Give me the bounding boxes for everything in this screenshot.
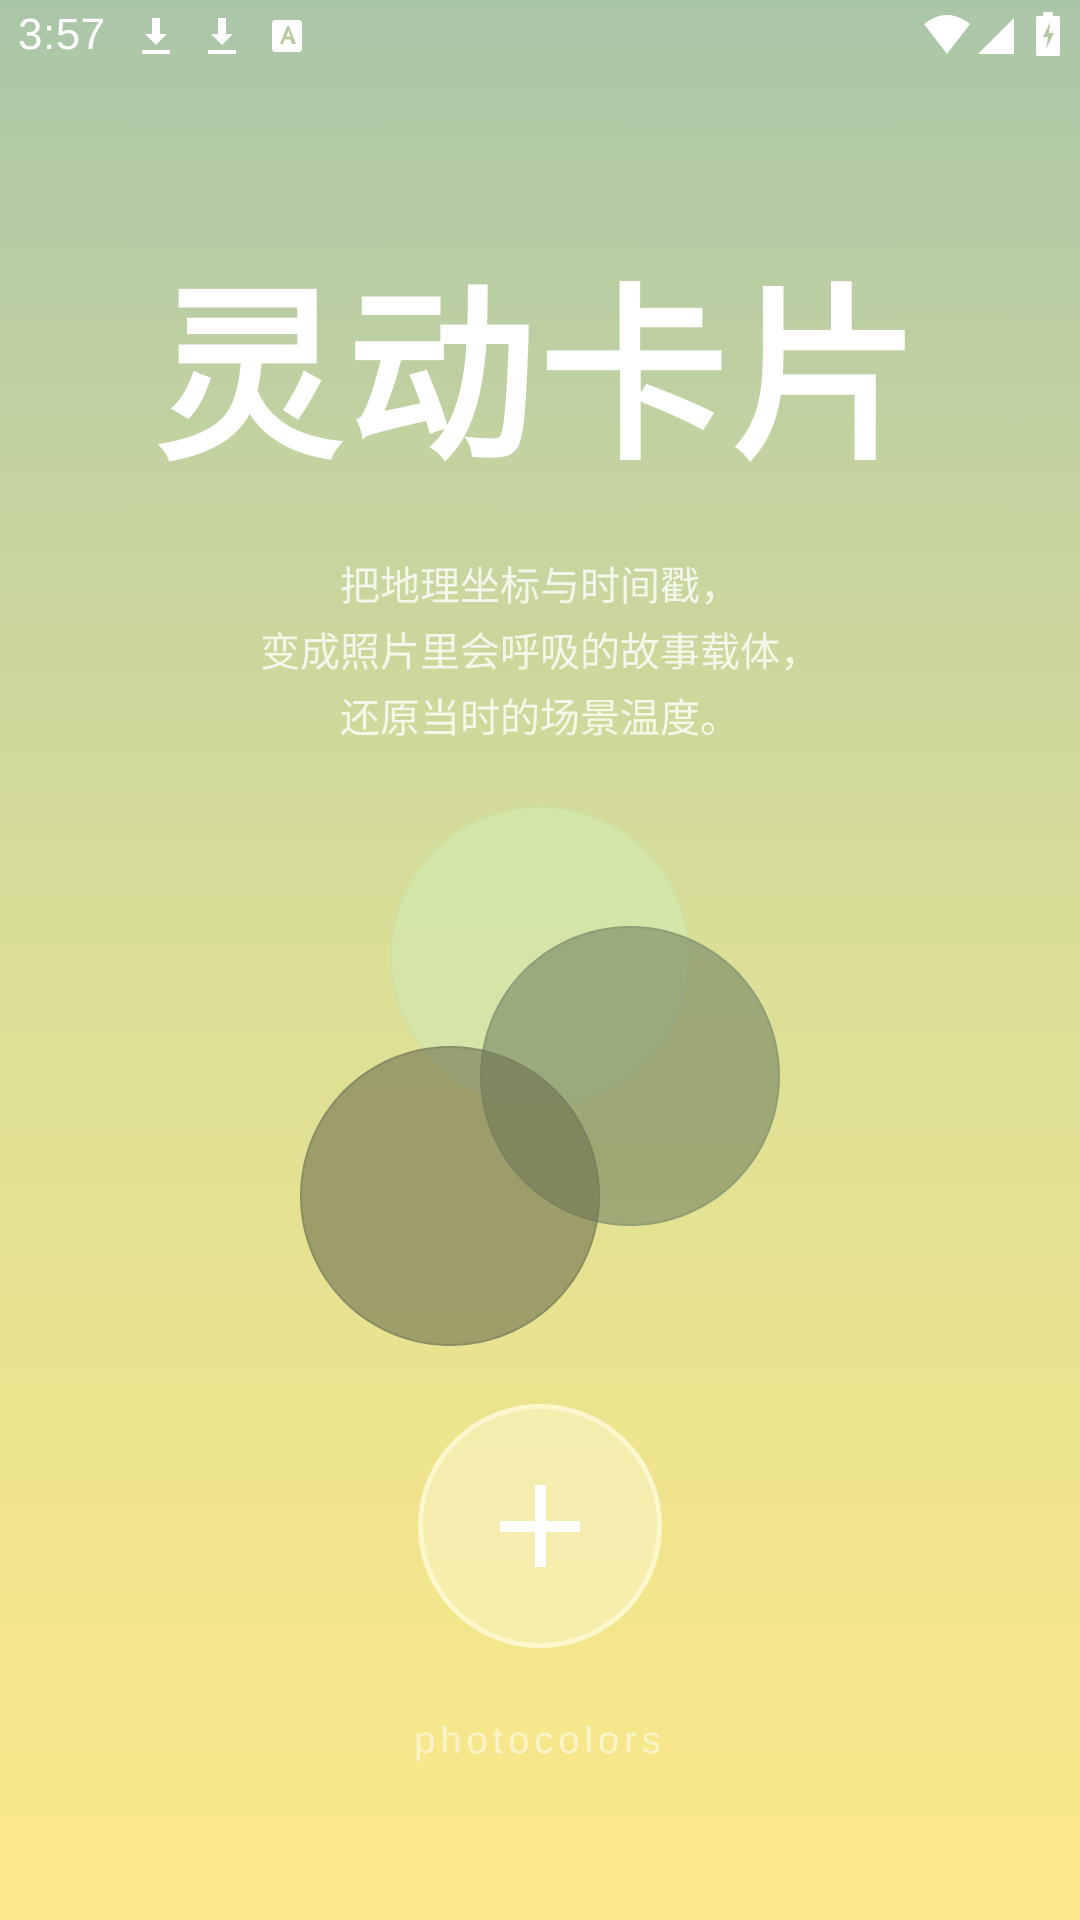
status-bar: 3:57 <box>0 0 1080 72</box>
download-icon <box>134 12 178 58</box>
decorative-circle-dark <box>300 1046 600 1346</box>
description: 把地理坐标与时间戳， 变成照片里会呼吸的故事载体， 还原当时的场景温度。 <box>0 554 1080 752</box>
brand-label: photocolors <box>414 1720 666 1762</box>
description-line: 还原当时的场景温度。 <box>340 696 740 742</box>
description-line: 变成照片里会呼吸的故事载体， <box>260 630 820 676</box>
status-time: 3:57 <box>18 10 106 59</box>
app-title: 灵动卡片 <box>156 268 924 487</box>
description-line: 把地理坐标与时间戳， <box>340 564 740 610</box>
font-icon <box>266 12 310 58</box>
signal-icon <box>976 14 1016 56</box>
battery-charging-icon <box>1034 12 1062 56</box>
download-icon <box>200 12 244 58</box>
add-button[interactable] <box>418 1404 662 1648</box>
wifi-icon <box>922 14 972 56</box>
